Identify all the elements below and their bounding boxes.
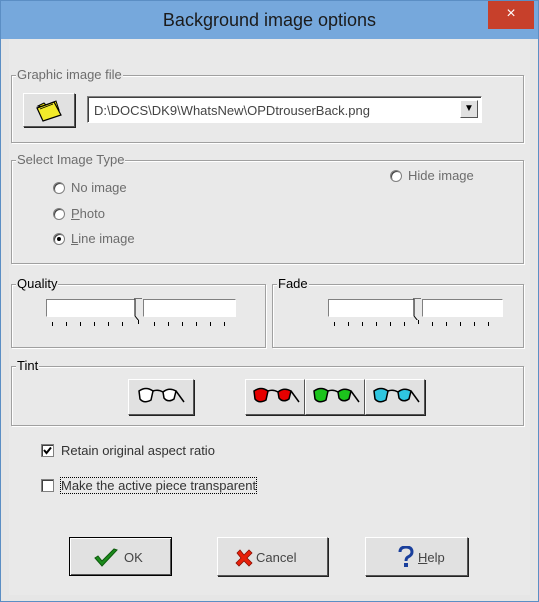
fade-group: Fade [272, 276, 524, 348]
tint-group: Tint [11, 358, 524, 426]
quality-slider-left-track [46, 299, 135, 317]
help-button[interactable]: Help [365, 537, 468, 576]
quality-group: Quality [11, 276, 266, 348]
retain-aspect-checkbox[interactable] [41, 444, 54, 457]
fade-slider-left-track [328, 299, 414, 317]
fade-slider-thumb[interactable] [413, 298, 421, 320]
quality-slider-thumb[interactable] [134, 298, 142, 320]
photo-label-rest: hoto [79, 206, 105, 221]
close-button[interactable]: × [488, 1, 534, 29]
image-type-legend: Select Image Type [16, 152, 126, 167]
image-type-group: Select Image Type Hide image No image Ph… [11, 152, 524, 264]
ok-button[interactable]: OK [69, 537, 172, 576]
question-mark-icon [398, 546, 414, 567]
dialog-window: Background image options × Graphic image… [0, 0, 539, 602]
checkmark-green-icon [94, 548, 118, 567]
checkmark-icon [43, 446, 52, 455]
quality-slider[interactable] [46, 296, 236, 326]
fade-slider-right-track [422, 299, 503, 317]
tint-green-button[interactable] [305, 379, 365, 415]
graphic-file-group: Graphic image file D:\DOCS\DK9\WhatsNew\… [11, 67, 524, 143]
tint-cyan-button[interactable] [365, 379, 425, 415]
line-image-label-rest: ine image [78, 231, 135, 246]
retain-aspect-label[interactable]: Retain original aspect ratio [61, 443, 215, 458]
glasses-cyan-icon [373, 387, 420, 403]
quality-legend: Quality [16, 276, 59, 291]
line-image-label[interactable]: Line image [71, 231, 135, 246]
glasses-red-icon [253, 387, 300, 403]
browse-folder-button[interactable] [23, 93, 75, 127]
no-image-radio[interactable] [53, 182, 65, 194]
help-label-mnemonic: H [418, 550, 428, 565]
title-bar: Background image options × [1, 1, 538, 39]
hide-image-radio[interactable] [390, 170, 402, 182]
open-folder-icon [36, 100, 62, 122]
tint-red-button[interactable] [245, 379, 305, 415]
cancel-button-label: Cancel [256, 550, 297, 565]
quality-slider-right-track [143, 299, 236, 317]
fade-legend: Fade [277, 276, 309, 291]
no-image-label[interactable]: No image [71, 180, 127, 195]
photo-label[interactable]: Photo [71, 206, 105, 221]
cancel-button[interactable]: Cancel [217, 537, 328, 576]
help-label-rest: elp [427, 550, 445, 565]
window-title: Background image options [162, 10, 377, 30]
file-path-value[interactable]: D:\DOCS\DK9\WhatsNew\OPDtrouserBack.png [94, 103, 370, 118]
hide-image-label[interactable]: Hide image [408, 168, 474, 183]
chevron-down-icon: ▼ [464, 103, 474, 114]
glasses-clear-icon [138, 387, 185, 403]
dropdown-arrow-button[interactable]: ▼ [460, 100, 478, 118]
red-x-icon [235, 549, 253, 567]
dialog-body: Graphic image file D:\DOCS\DK9\WhatsNew\… [9, 39, 530, 595]
photo-radio[interactable] [53, 208, 65, 220]
help-button-label: Help [418, 550, 445, 565]
file-path-combobox[interactable]: D:\DOCS\DK9\WhatsNew\OPDtrouserBack.png … [87, 96, 482, 123]
transparent-piece-label[interactable]: Make the active piece transparent [59, 477, 258, 494]
graphic-file-legend: Graphic image file [16, 67, 123, 82]
line-image-radio[interactable] [53, 233, 65, 245]
tint-legend: Tint [16, 358, 40, 373]
tint-none-button[interactable] [128, 379, 194, 415]
fade-slider[interactable] [328, 296, 503, 326]
photo-label-mnemonic: P [71, 206, 80, 221]
transparent-piece-checkbox[interactable] [41, 479, 54, 492]
ok-button-label: OK [124, 550, 143, 565]
glasses-green-icon [313, 387, 360, 403]
